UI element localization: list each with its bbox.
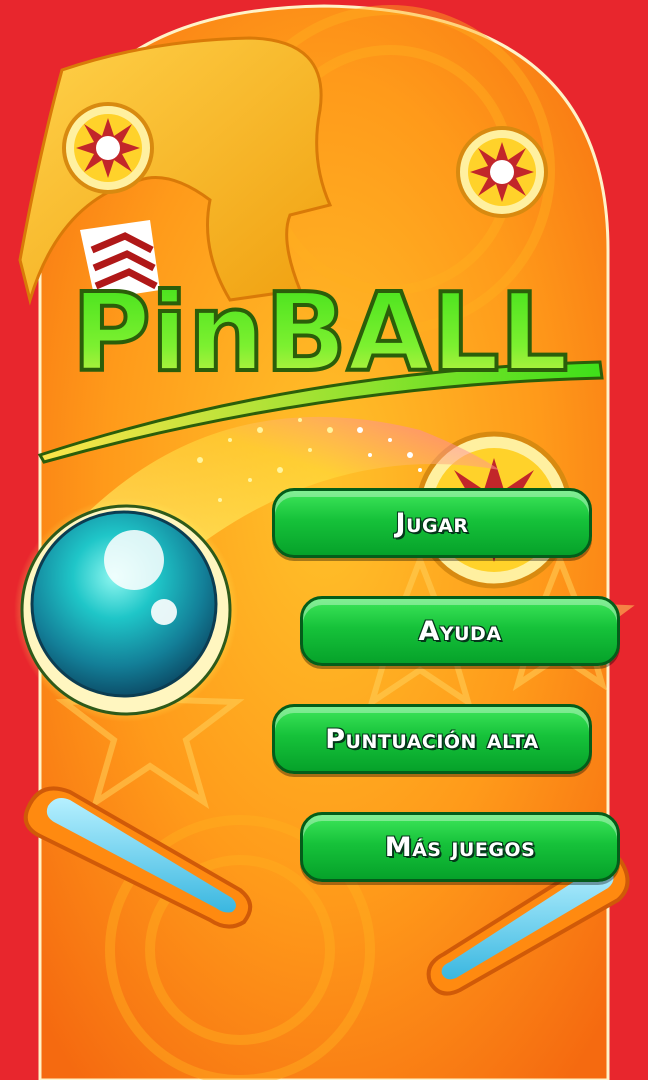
help-button-label: Ayuda	[418, 615, 502, 647]
game-title: PinBALL	[72, 271, 569, 396]
more-games-button-label: Más juegos	[384, 831, 536, 863]
play-button-label: Jugar	[395, 507, 469, 539]
pinball-main-menu: PinBALL Jugar Ayuda Puntuación alta Más …	[0, 0, 648, 1080]
more-games-button[interactable]: Más juegos	[300, 812, 620, 882]
play-button[interactable]: Jugar	[272, 488, 592, 558]
high-score-button-label: Puntuación alta	[325, 723, 539, 755]
high-score-button[interactable]: Puntuación alta	[272, 704, 592, 774]
sun-bumper-icon	[456, 126, 548, 218]
sun-bumper-icon	[62, 102, 154, 194]
help-button[interactable]: Ayuda	[300, 596, 620, 666]
pinball-ball-icon	[14, 498, 238, 722]
